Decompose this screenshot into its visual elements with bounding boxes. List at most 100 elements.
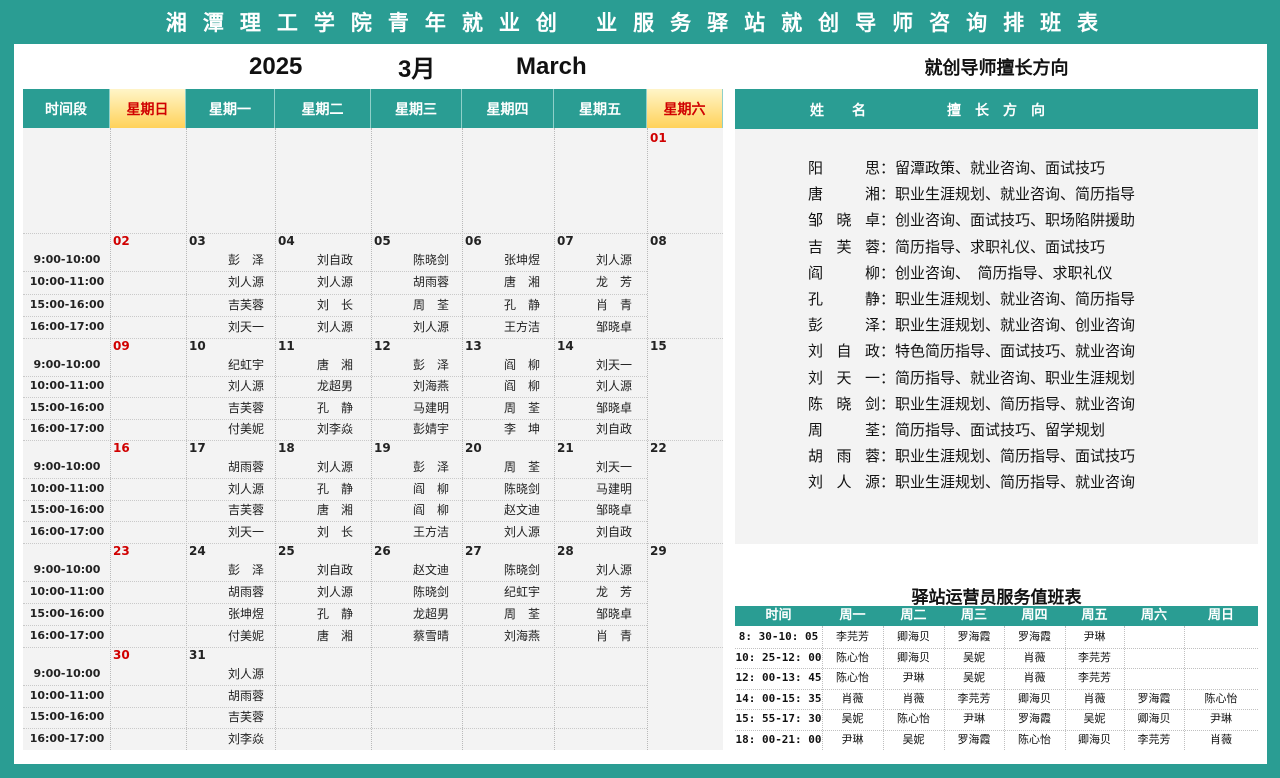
mentor-shift: 刘自政 [595, 525, 632, 540]
duty-time-slot: 10: 25-12: 00 [735, 650, 822, 664]
mentor-shift: 刘人源 [227, 666, 264, 681]
mentor-name: 阳 思 [808, 159, 880, 177]
duty-staff: 罗海霞 [1018, 712, 1051, 726]
separator: ： [880, 263, 896, 282]
mentor-shift: 赵文迪 [503, 503, 540, 518]
mentor-shift: 刘李焱 [316, 422, 353, 437]
mentor-direction: 职业生涯规划、就业咨询、创业咨询 [895, 316, 1136, 335]
mentor-expertise-row: 刘人源：职业生涯规划、简历指导、就业咨询 [808, 471, 1135, 493]
expertise-header: 姓 名 擅 长 方 向 [735, 89, 1258, 129]
mentor-shift: 刘人源 [316, 459, 353, 474]
time-slot-label: 10:00-11:00 [29, 275, 105, 289]
mentor-direction: 职业生涯规划、简历指导、就业咨询 [895, 394, 1136, 413]
time-slot-label: 9:00-10:00 [33, 666, 101, 680]
mentor-shift: 龙超男 [412, 607, 449, 621]
mentor-shift: 刘人源 [316, 585, 353, 599]
month-label: 3月 [398, 56, 436, 83]
mentor-shift: 付美妮 [227, 629, 264, 643]
time-slot-label: 9:00-10:00 [33, 563, 101, 576]
separator: ： [880, 159, 896, 177]
mentor-shift: 邹晓卓 [595, 319, 632, 334]
calendar-date: 20 [465, 441, 482, 455]
mentor-shift: 孔 静 [503, 297, 540, 312]
mentor-shift: 肖 青 [595, 629, 632, 643]
mentor-shift: 邹晓卓 [595, 400, 632, 415]
time-slot-label: 10:00-11:00 [29, 481, 105, 495]
mentor-name: 吉芙蓉 [808, 237, 880, 256]
calendar-date: 01 [650, 131, 667, 145]
calendar-date: 03 [189, 234, 206, 248]
mentor-shift: 唐 湘 [316, 357, 353, 372]
mentor-shift: 吉芙蓉 [227, 400, 264, 415]
calendar-header-7: 星期六 [647, 89, 723, 128]
separator: ： [880, 394, 896, 413]
calendar-header-5: 星期四 [462, 89, 554, 128]
expertise-title: 就创导师擅长方向 [924, 58, 1069, 79]
separator: ： [880, 290, 896, 308]
time-slot-label: 15:00-16:00 [29, 503, 105, 517]
calendar-header-1: 星期日 [110, 89, 186, 128]
mentor-shift: 孔 静 [316, 400, 353, 415]
mentor-direction: 简历指导、求职礼仪、面试技巧 [895, 237, 1106, 256]
duty-staff: 吴妮 [1083, 712, 1106, 726]
mentor-shift: 彭 泽 [412, 459, 449, 474]
mentor-shift: 彭 泽 [227, 253, 264, 268]
mentor-direction: 特色简历指导、面试技巧、就业咨询 [895, 342, 1136, 361]
mentor-shift: 刘人源 [227, 481, 264, 496]
calendar-date: 07 [557, 234, 574, 248]
duty-staff: 尹琳 [841, 733, 864, 746]
mentor-name: 刘自政 [808, 342, 880, 361]
mentor-shift: 彭 泽 [412, 357, 449, 372]
mentor-shift: 周 荃 [503, 459, 540, 474]
calendar-date: 28 [557, 544, 574, 558]
mentor-shift: 王方洁 [503, 319, 540, 334]
mentor-name: 阎 柳 [808, 263, 880, 282]
duty-staff: 陈心怡 [836, 671, 869, 685]
separator: ： [880, 447, 896, 466]
duty-staff: 尹琳 [1083, 630, 1106, 643]
separator: ： [880, 211, 896, 230]
mentor-expertise-row: 胡雨蓉：职业生涯规划、简历指导、面试技巧 [808, 445, 1135, 467]
duty-staff: 罗海霞 [1018, 630, 1051, 643]
mentor-shift: 吉芙蓉 [227, 503, 264, 518]
duty-header-7: 周日 [1207, 608, 1234, 623]
mentor-name: 刘天一 [808, 368, 880, 387]
mentor-shift: 刘李焱 [227, 732, 264, 747]
duty-staff: 吴妮 [963, 671, 985, 685]
duty-staff: 李芫芳 [1078, 650, 1111, 664]
mentor-expertise-row: 刘天一：简历指导、就业咨询、职业生涯规划 [808, 367, 1135, 389]
mentor-shift: 邹晓卓 [595, 607, 632, 621]
mentor-shift: 胡雨蓉 [227, 459, 264, 474]
separator: ： [880, 237, 896, 256]
separator: ： [880, 421, 896, 439]
duty-staff: 尹琳 [963, 712, 985, 726]
mentor-shift: 刘人源 [227, 275, 264, 290]
time-slot-label: 10:00-11:00 [29, 585, 105, 598]
mentor-shift: 唐 湘 [503, 275, 540, 290]
time-slot-label: 9:00-10:00 [33, 357, 101, 371]
calendar-date: 31 [189, 648, 206, 662]
calendar-date: 22 [650, 441, 667, 455]
separator: ： [880, 185, 896, 204]
mentor-shift: 刘自政 [316, 253, 353, 268]
calendar-date: 21 [557, 441, 574, 455]
mentor-expertise-row: 阎 柳：创业咨询、 简历指导、求职礼仪 [808, 262, 1113, 284]
duty-staff: 肖薇 [841, 691, 864, 705]
mentor-direction: 创业咨询、面试技巧、职场陷阱援助 [895, 211, 1136, 230]
mentor-shift: 陈晓剑 [503, 563, 540, 577]
title-banner: 湘潭理工学院青年就业创 业服务驿站就创导师咨询排班表 [0, 0, 1280, 44]
separator: ： [880, 368, 896, 387]
mentor-shift: 彭 泽 [227, 563, 264, 577]
duty-staff: 陈心怡 [1204, 691, 1238, 705]
mentor-shift: 胡雨蓉 [227, 585, 264, 599]
duty-staff: 肖薇 [1023, 671, 1046, 685]
mentor-shift: 孔 静 [316, 607, 353, 621]
mentor-shift: 马建明 [412, 400, 449, 415]
duty-header-3: 周三 [960, 608, 987, 623]
duty-staff: 李芫芳 [1137, 733, 1171, 746]
mentor-shift: 刘自政 [595, 422, 632, 437]
calendar-date: 23 [113, 544, 130, 558]
mentor-expertise-row: 邹晓卓：创业咨询、面试技巧、职场陷阱援助 [808, 209, 1135, 231]
calendar-header-3: 星期二 [275, 89, 371, 128]
time-slot-label: 16:00-17:00 [29, 422, 105, 436]
